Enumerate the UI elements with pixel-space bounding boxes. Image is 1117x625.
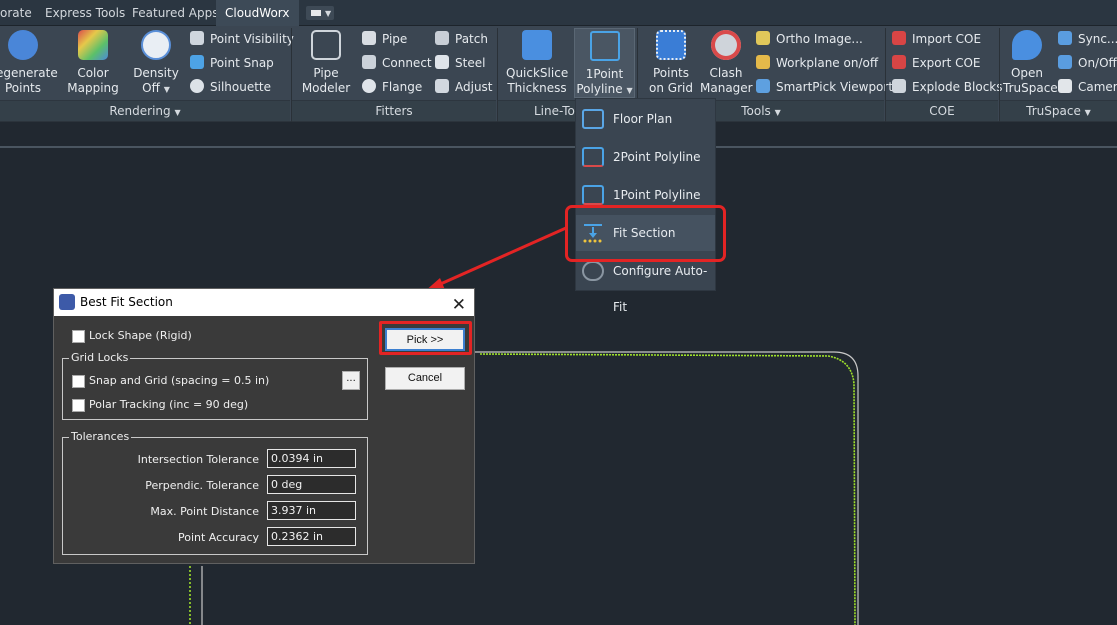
perpendicular-tolerance-field[interactable]: 0 deg (267, 475, 356, 494)
intersection-tolerance-label: Intersection Tolerance (137, 453, 259, 466)
max-point-distance-field[interactable]: 3.937 in (267, 501, 356, 520)
app-icon (59, 294, 75, 310)
point-accuracy-label: Point Accuracy (177, 531, 259, 544)
snap-grid-settings-button[interactable]: ... (342, 371, 360, 390)
max-point-distance-label: Max. Point Distance (150, 505, 259, 518)
cancel-button[interactable]: Cancel (385, 367, 465, 390)
pick-button-highlight (379, 321, 472, 355)
tolerances-title: Tolerances (69, 430, 132, 443)
lock-shape-label: Lock Shape (Rigid) (89, 329, 192, 342)
snap-grid-label: Snap and Grid (spacing = 0.5 in) (89, 374, 270, 387)
lock-shape-checkbox[interactable] (72, 330, 85, 343)
point-accuracy-field[interactable]: 0.2362 in (267, 527, 356, 546)
snap-grid-checkbox[interactable] (72, 375, 85, 388)
polar-tracking-checkbox[interactable] (72, 399, 85, 412)
polar-tracking-label: Polar Tracking (inc = 90 deg) (89, 398, 249, 411)
perpendicular-tolerance-label: Perpendic. Tolerance (145, 479, 259, 492)
intersection-tolerance-field[interactable]: 0.0394 in (267, 449, 356, 468)
dialog-title-bar: Best Fit Section ✕ (54, 289, 474, 316)
grid-locks-title: Grid Locks (69, 351, 131, 364)
dialog-title: Best Fit Section (80, 295, 173, 309)
close-button[interactable]: ✕ (452, 292, 466, 319)
